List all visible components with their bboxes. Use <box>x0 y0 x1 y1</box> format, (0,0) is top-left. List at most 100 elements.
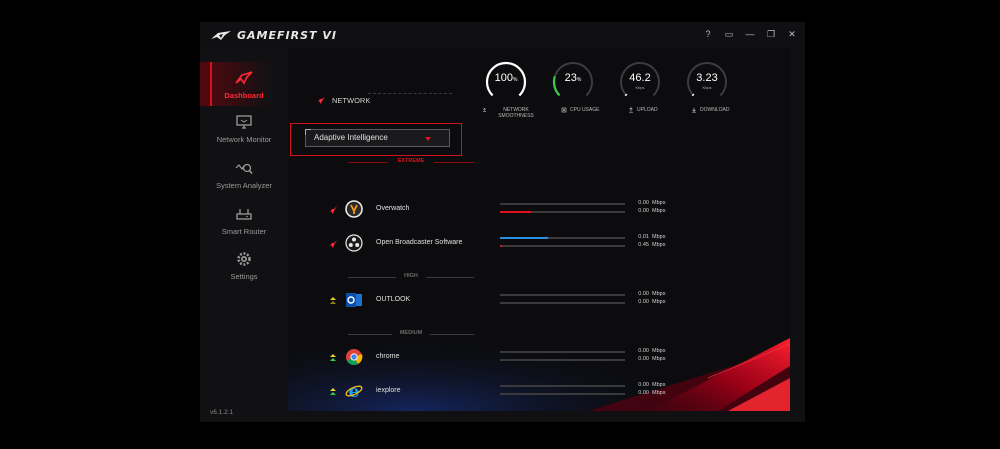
upload-icon <box>629 107 633 113</box>
title-bar: GAMEFIRST VI ? ▭ — ❐ ✕ <box>200 22 805 48</box>
app-row-outlook[interactable]: OUTLOOK 0.00 Mbps 0.00 Mbps <box>288 289 790 313</box>
upload-bar <box>500 237 625 239</box>
router-icon <box>236 209 252 220</box>
upload-unit: Mbps <box>652 234 666 240</box>
download-bar <box>500 211 625 213</box>
app-name: OUTLOOK <box>376 296 411 303</box>
outlook-icon <box>346 293 362 307</box>
sidebar-item-smart-router[interactable]: Smart Router <box>200 206 288 250</box>
medium-priority-icon[interactable] <box>328 387 338 397</box>
upload-unit: Mbps <box>652 200 666 206</box>
network-divider <box>368 93 452 94</box>
download-icon <box>692 107 696 113</box>
download-rate: 0.00 <box>638 356 649 362</box>
download-bar-fill <box>500 211 531 213</box>
upload-bar <box>500 351 625 353</box>
network-smoothness-icon <box>482 107 487 112</box>
mode-select[interactable]: Adaptive Intelligence <box>305 129 450 147</box>
gauge-upload: 46.2 Kbps UPLOAD <box>618 60 662 113</box>
upload-unit: Mbps <box>652 291 666 297</box>
upload-bar <box>500 203 625 205</box>
chevron-down-icon <box>425 137 431 141</box>
network-icon <box>317 97 325 104</box>
app-row-chrome[interactable]: chrome 0.00 Mbps 0.00 Mbps <box>288 346 790 370</box>
extreme-priority-icon[interactable] <box>328 205 338 215</box>
gauge-value: 23% <box>564 72 582 84</box>
svg-text:e: e <box>349 382 360 400</box>
restore-icon[interactable]: ❐ <box>766 29 776 40</box>
section-label: MEDIUM <box>399 330 423 336</box>
help-icon[interactable]: ? <box>703 29 713 40</box>
ie-icon: e <box>345 382 363 400</box>
section-medium: MEDIUM <box>348 330 474 338</box>
app-name: chrome <box>376 353 400 360</box>
upload-rate: 0.00 <box>638 200 649 206</box>
download-bar <box>500 245 625 247</box>
gauge-cpu-usage: 23% CPU USAGE <box>551 60 599 113</box>
app-logo: GAMEFIRST VI <box>210 29 337 42</box>
sidebar-item-system-analyzer[interactable]: System Analyzer <box>200 160 288 204</box>
app-title: GAMEFIRST VI <box>237 29 337 42</box>
dashboard-panel: NETWORK 100% NETWORK SMOOTHNESS 23% CPU … <box>288 48 790 411</box>
section-label: HIGH <box>404 273 418 279</box>
gauge-label: CPU USAGE <box>561 107 621 113</box>
download-rate: 0.00 <box>638 299 649 305</box>
download-bar <box>500 302 625 304</box>
upload-rate: 0.01 <box>638 234 649 240</box>
upload-unit: Mbps <box>652 348 666 354</box>
section-label: EXTREME <box>397 158 425 164</box>
dashboard-icon <box>235 71 253 85</box>
miniview-icon[interactable]: ▭ <box>724 29 734 40</box>
app-name: iexplore <box>376 387 401 394</box>
gauge-value: 3.23 <box>696 72 718 84</box>
network-label: NETWORK <box>332 96 371 105</box>
download-rate: 0.00 <box>638 390 649 396</box>
window-controls: ? ▭ — ❐ ✕ <box>703 29 797 40</box>
gauge-label: DOWNLOAD <box>691 107 751 113</box>
gauge-value: 46.2 <box>629 72 651 84</box>
gauge-label: NETWORK SMOOTHNESS <box>482 107 542 119</box>
sidebar-item-dashboard[interactable]: Dashboard <box>200 62 288 106</box>
minimize-icon[interactable]: — <box>745 29 755 40</box>
download-bar <box>500 393 625 395</box>
high-priority-icon[interactable] <box>328 296 338 306</box>
monitor-icon <box>236 115 252 129</box>
sidebar-item-label: System Analyzer <box>216 181 272 190</box>
download-unit: Mbps <box>652 208 666 214</box>
download-unit: Mbps <box>652 299 666 305</box>
app-name: Overwatch <box>376 205 410 212</box>
app-name: Open Broadcaster Software <box>376 239 463 246</box>
download-unit: Mbps <box>652 356 666 362</box>
sidebar-item-label: Network Monitor <box>216 135 272 144</box>
close-icon[interactable]: ✕ <box>787 29 797 40</box>
upload-bar-fill <box>500 237 548 239</box>
medium-priority-icon[interactable] <box>328 353 338 363</box>
mode-select-value: Adaptive Intelligence <box>314 133 388 142</box>
section-high: HIGH <box>348 273 474 281</box>
sidebar-item-label: Settings <box>230 272 258 281</box>
gauge-label: UPLOAD <box>628 107 688 113</box>
download-bar-fill <box>500 245 502 247</box>
download-rate: 0.45 <box>638 242 649 248</box>
gauge-download: 3.23 Kbps DOWNLOAD <box>685 60 729 113</box>
gauge-value: 100% <box>494 72 518 84</box>
download-rate: 0.00 <box>638 208 649 214</box>
sidebar-item-settings[interactable]: Settings <box>200 251 288 295</box>
download-unit: Mbps <box>652 242 666 248</box>
upload-rate: 0.00 <box>638 291 649 297</box>
extreme-priority-icon[interactable] <box>328 239 338 249</box>
chrome-icon <box>346 349 363 365</box>
app-row-iexplore[interactable]: e iexplore 0.00 Mbps 0.00 Mbps <box>288 380 790 404</box>
analyzer-icon <box>235 163 253 175</box>
app-row-overwatch[interactable]: Overwatch 0.00 Mbps 0.00 Mbps <box>288 198 790 222</box>
gauge-unit: Kbps <box>702 85 712 90</box>
app-row-obs[interactable]: Open Broadcaster Software 0.01 Mbps 0.45… <box>288 232 790 256</box>
cpu-icon <box>561 107 567 113</box>
sidebar-item-label: Dashboard <box>224 91 264 100</box>
gear-icon <box>237 252 251 266</box>
overwatch-icon <box>345 200 363 218</box>
upload-rate: 0.00 <box>638 382 649 388</box>
upload-unit: Mbps <box>652 382 666 388</box>
sidebar-item-network-monitor[interactable]: Network Monitor <box>200 114 288 158</box>
sidebar-item-label: Smart Router <box>221 227 267 236</box>
